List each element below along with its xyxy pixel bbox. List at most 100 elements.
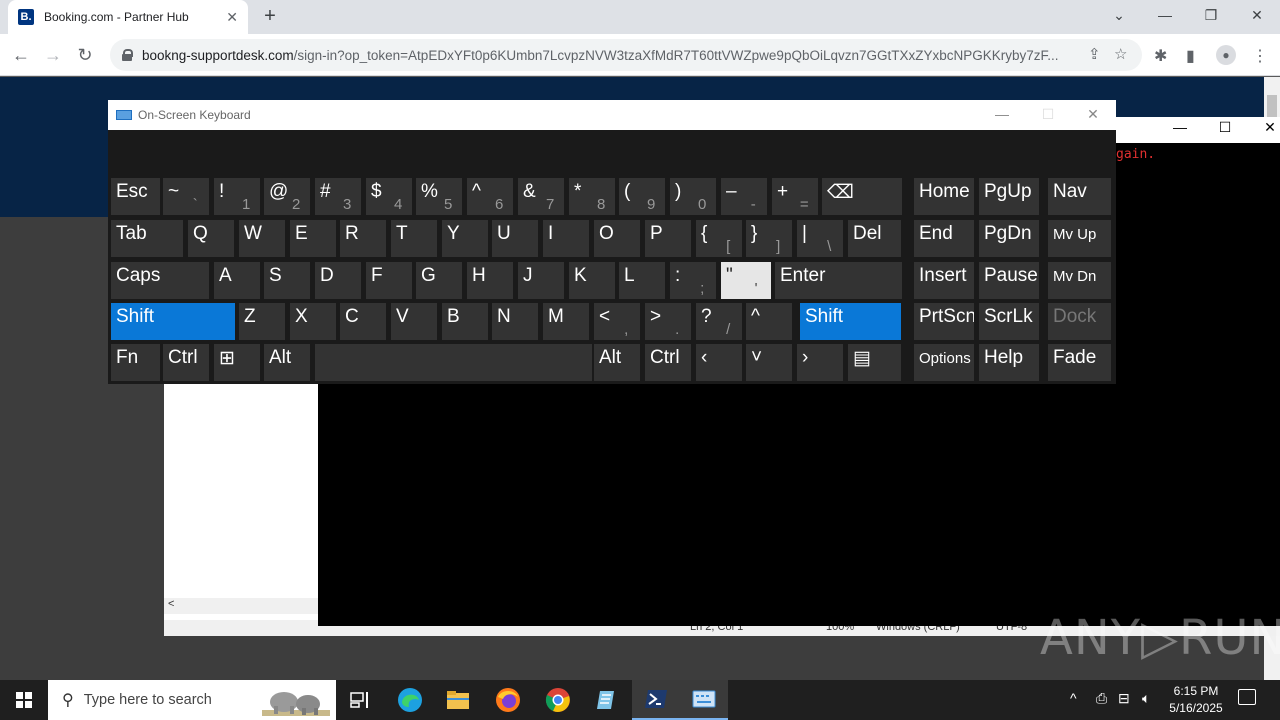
- lock-icon[interactable]: [122, 49, 133, 61]
- key-alt-r4c5[interactable]: Alt: [594, 344, 640, 381]
- tab-search-chevron-icon[interactable]: ⌄: [1096, 0, 1142, 30]
- key-symbol-1-r0c2[interactable]: ! 1: [214, 178, 260, 215]
- key-fade-r4c13[interactable]: Fade: [1048, 344, 1111, 381]
- key-symbol-r4c10[interactable]: ▤: [848, 344, 901, 381]
- key-symbol-2-r0c3[interactable]: @2: [264, 178, 310, 215]
- key-c-r3c3[interactable]: C: [340, 303, 386, 340]
- key-symbol-5-r0c6[interactable]: % 5: [416, 178, 462, 215]
- key-w-r1c2[interactable]: W: [239, 220, 285, 257]
- key-i-r1c8[interactable]: I: [543, 220, 589, 257]
- key-symbol-symbol-r3c8[interactable]: <,: [594, 303, 640, 340]
- key-end-r1c15[interactable]: End: [914, 220, 974, 257]
- powershell-icon[interactable]: [632, 680, 680, 720]
- key-alt-r4c3[interactable]: Alt: [264, 344, 310, 381]
- key-home-r0c15[interactable]: Home: [914, 178, 974, 215]
- key-h-r2c6[interactable]: H: [467, 262, 513, 299]
- on-screen-keyboard-app-icon[interactable]: [680, 680, 728, 720]
- osk-maximize-icon[interactable]: ☐: [1028, 106, 1068, 123]
- key-y-r1c6[interactable]: Y: [442, 220, 488, 257]
- share-icon[interactable]: ⇪: [1088, 45, 1101, 63]
- key-pgup-r0c16[interactable]: PgUp: [979, 178, 1039, 215]
- key-d-r2c3[interactable]: D: [315, 262, 361, 299]
- key-symbol-symbol-r1c13[interactable]: | \: [797, 220, 843, 257]
- network-icon[interactable]: ⊟: [1118, 690, 1130, 707]
- chrome-icon[interactable]: [534, 680, 582, 720]
- key-m-r3c7[interactable]: M: [543, 303, 589, 340]
- tray-overflow-chevron-icon[interactable]: ^: [1070, 690, 1077, 706]
- key-symbol-6-r0c7[interactable]: ^ 6: [467, 178, 513, 215]
- browser-tab[interactable]: B. Booking.com - Partner Hub ✕: [8, 0, 248, 34]
- firefox-icon[interactable]: [484, 680, 532, 720]
- key-symbol-symbol-r0c1[interactable]: ~ `: [163, 178, 209, 215]
- key-symbol-7-r0c8[interactable]: & 7: [518, 178, 564, 215]
- key-space-r4c4[interactable]: [315, 344, 592, 381]
- close-window-icon[interactable]: ✕: [1234, 0, 1280, 30]
- notepad-app-icon[interactable]: [582, 680, 630, 720]
- key-tab-r1c0[interactable]: Tab: [111, 220, 183, 257]
- key-insert-r2c13[interactable]: Insert: [914, 262, 974, 299]
- extensions-puzzle-icon[interactable]: ✱: [1154, 46, 1167, 66]
- address-bar[interactable]: bookng-supportdesk.com/sign-in?op_token=…: [110, 39, 1142, 71]
- key-a-r2c1[interactable]: A: [214, 262, 260, 299]
- key-o-r1c9[interactable]: O: [594, 220, 640, 257]
- side-panel-icon[interactable]: ▮: [1186, 46, 1195, 66]
- key-r-r1c4[interactable]: R: [340, 220, 386, 257]
- scroll-left-arrow-icon[interactable]: <: [168, 598, 174, 610]
- taskbar-search[interactable]: ⚲ Type here to search: [48, 680, 336, 720]
- key-nav-r0c17[interactable]: Nav: [1048, 178, 1111, 215]
- key-e-r1c3[interactable]: E: [290, 220, 336, 257]
- key-ctrl-r4c6[interactable]: Ctrl: [645, 344, 691, 381]
- key-mv-up-r1c17[interactable]: Mv Up: [1048, 220, 1111, 257]
- minimize-icon[interactable]: —: [1142, 0, 1188, 30]
- taskbar-clock[interactable]: 6:15 PM 5/16/2025: [1166, 683, 1226, 717]
- task-view-icon[interactable]: [336, 680, 384, 720]
- key-j-r2c7[interactable]: J: [518, 262, 564, 299]
- key-symbol-symbol-r3c10[interactable]: ? /: [696, 303, 742, 340]
- key-q-r1c1[interactable]: Q: [188, 220, 234, 257]
- edge-browser-icon[interactable]: [386, 680, 434, 720]
- console-close-icon[interactable]: ✕: [1250, 119, 1280, 136]
- key-options-r4c11[interactable]: Options: [914, 344, 974, 381]
- osk-minimize-icon[interactable]: —: [982, 106, 1022, 122]
- volume-icon[interactable]: 🔈︎: [1142, 690, 1150, 707]
- reload-icon[interactable]: ↻: [72, 42, 98, 68]
- key-dock-r3c15[interactable]: Dock: [1048, 303, 1111, 340]
- key-n-r3c6[interactable]: N: [492, 303, 538, 340]
- key-symbol-r4c9[interactable]: ›: [797, 344, 843, 381]
- key-u-r1c7[interactable]: U: [492, 220, 538, 257]
- back-arrow-icon[interactable]: ←: [8, 42, 34, 68]
- restore-icon[interactable]: ❐: [1188, 0, 1234, 30]
- key-symbol-3-r0c4[interactable]: #3: [315, 178, 361, 215]
- console-maximize-icon[interactable]: ☐: [1205, 119, 1245, 136]
- profile-avatar-icon[interactable]: ●: [1216, 45, 1236, 65]
- console-minimize-icon[interactable]: —: [1160, 119, 1200, 135]
- key-symbol-9-r0c10[interactable]: (9: [619, 178, 665, 215]
- file-explorer-icon[interactable]: [434, 680, 482, 720]
- key-symbol-r4c2[interactable]: ⊞: [214, 344, 260, 381]
- key-prtscn-r3c13[interactable]: PrtScn: [914, 303, 974, 340]
- key-shift-r3c0[interactable]: Shift: [111, 303, 235, 340]
- new-tab-icon[interactable]: +: [258, 4, 282, 28]
- key-symbol-symbol-r3c9[interactable]: >.: [645, 303, 691, 340]
- key-del-r1c14[interactable]: Del: [848, 220, 901, 257]
- key-symbol-r4c8[interactable]: ˅: [746, 344, 792, 381]
- key-symbol-symbol-r2c11[interactable]: " ': [721, 262, 771, 299]
- notification-center-icon[interactable]: [1238, 689, 1256, 705]
- notepad-horizontal-scrollbar[interactable]: <: [164, 598, 318, 614]
- key-enter-r2c12[interactable]: Enter: [775, 262, 902, 299]
- key-symbol-r3c11[interactable]: ^: [746, 303, 792, 340]
- key-symbol-symbol-r0c12[interactable]: – -: [721, 178, 767, 215]
- forward-arrow-icon[interactable]: →: [40, 42, 66, 68]
- key-symbol-r4c7[interactable]: ‹: [696, 344, 742, 381]
- key-symbol-8-r0c9[interactable]: * 8: [569, 178, 615, 215]
- key-b-r3c5[interactable]: B: [442, 303, 488, 340]
- bookmark-star-icon[interactable]: ☆: [1114, 45, 1127, 63]
- key-shift-r3c12[interactable]: Shift: [800, 303, 901, 340]
- key-t-r1c5[interactable]: T: [391, 220, 437, 257]
- menu-kebab-icon[interactable]: ⋮: [1252, 46, 1268, 66]
- key-x-r3c2[interactable]: X: [290, 303, 336, 340]
- key-ctrl-r4c1[interactable]: Ctrl: [163, 344, 209, 381]
- key-symbol-4-r0c5[interactable]: $4: [366, 178, 412, 215]
- key-scrlk-r3c14[interactable]: ScrLk: [979, 303, 1039, 340]
- start-button[interactable]: [0, 680, 48, 720]
